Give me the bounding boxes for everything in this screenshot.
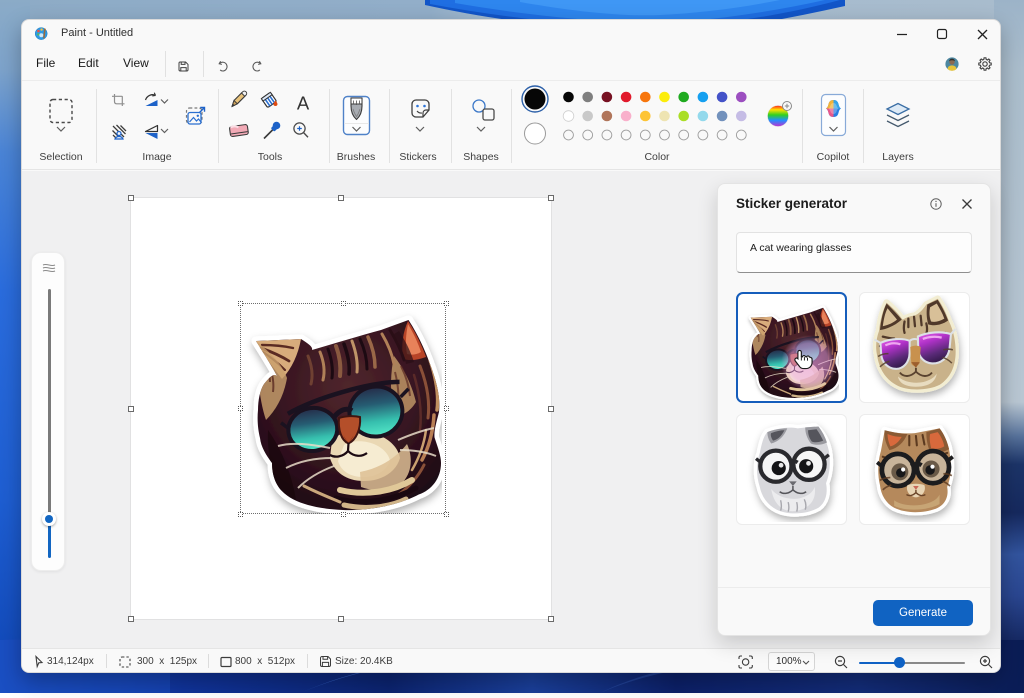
svg-text:Image: Image [142,151,171,163]
svg-text:Selection: Selection [39,151,82,163]
svg-text:Layers: Layers [882,151,914,163]
svg-text:Copilot: Copilot [817,151,850,163]
svg-text:Tools: Tools [258,151,283,163]
svg-text:Brushes: Brushes [337,151,376,163]
svg-text:Shapes: Shapes [463,151,499,163]
svg-text:A: A [297,93,310,114]
svg-text:Color: Color [644,151,670,163]
svg-text:Stickers: Stickers [399,151,436,163]
